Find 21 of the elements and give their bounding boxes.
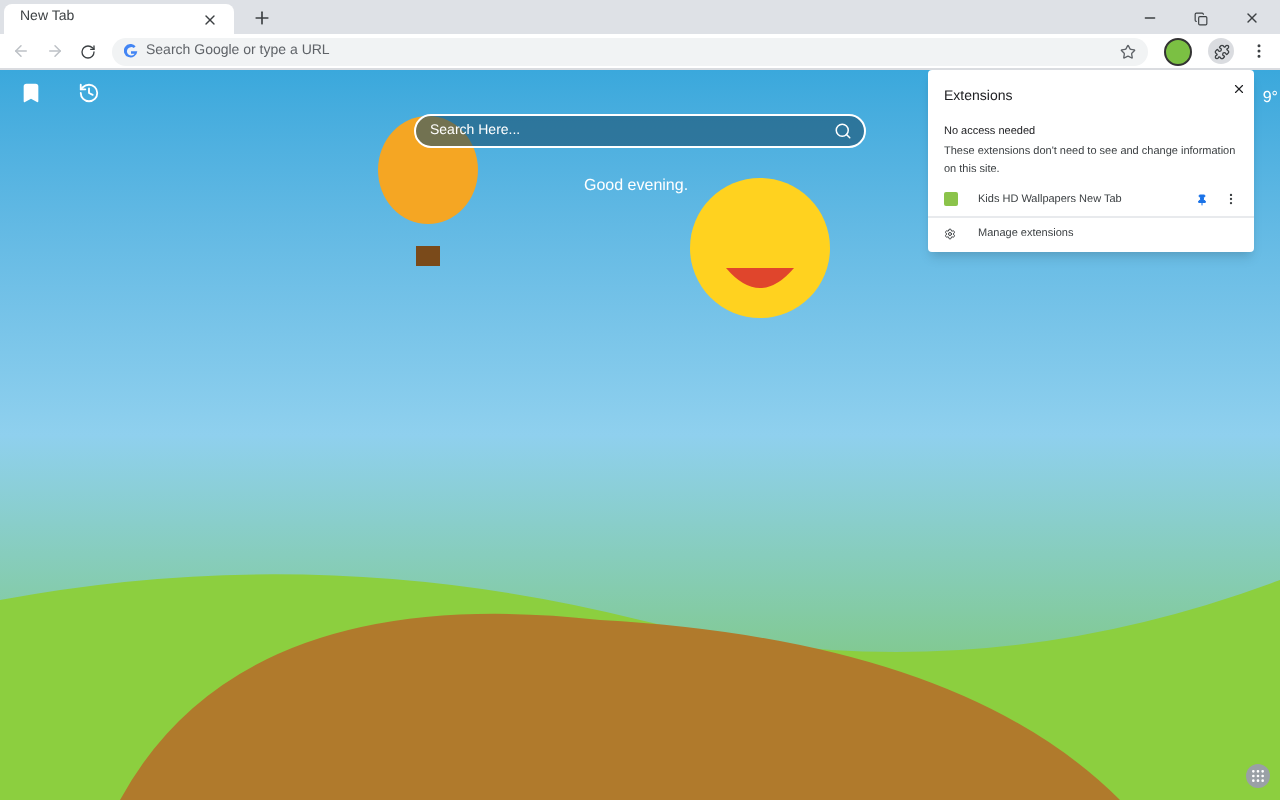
close-icon[interactable] xyxy=(1232,82,1246,96)
history-icon[interactable] xyxy=(78,82,100,104)
weather-text: 9° xyxy=(1262,86,1278,110)
pin-icon[interactable] xyxy=(1196,193,1208,206)
extension-icon xyxy=(944,192,958,207)
search-icon[interactable] xyxy=(834,122,852,140)
bookmark-icon[interactable] xyxy=(20,82,42,104)
bookmark-star-icon[interactable] xyxy=(1120,43,1136,59)
new-tab-icon[interactable] xyxy=(252,8,272,28)
restore-icon[interactable] xyxy=(1194,11,1208,25)
google-g-icon xyxy=(124,44,138,58)
grid-icon xyxy=(1250,768,1266,784)
gear-icon xyxy=(944,228,956,241)
puzzle-icon xyxy=(1213,43,1229,59)
close-window-icon[interactable] xyxy=(1244,10,1260,26)
reload-icon[interactable] xyxy=(80,43,96,59)
extension-avatar-icon[interactable] xyxy=(1164,37,1192,65)
more-icon[interactable] xyxy=(1224,192,1238,207)
greeting-text: Good evening. xyxy=(584,174,689,198)
close-tab-icon[interactable] xyxy=(202,11,218,27)
extensions-button[interactable] xyxy=(1208,38,1234,64)
